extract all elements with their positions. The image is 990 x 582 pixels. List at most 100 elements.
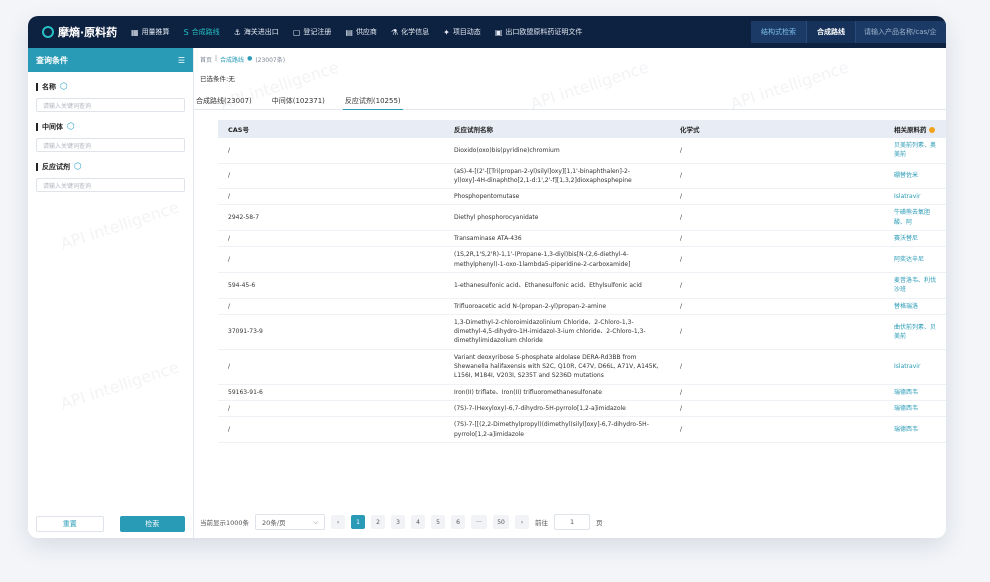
goto-page-input[interactable]: 1 bbox=[554, 514, 591, 530]
info-icon[interactable] bbox=[928, 127, 935, 133]
page-button[interactable]: 3 bbox=[391, 515, 406, 529]
intermediate-input[interactable]: 请输入关键词查询 bbox=[36, 138, 185, 152]
api-link[interactable]: 牛磺熊去氧胆酸、阿 bbox=[884, 204, 946, 232]
search-button[interactable]: 检索 bbox=[119, 516, 185, 532]
nav-links: ▦ 用量推算 S 合成路线 ⚓ 海关进出口 ▢ 登记注册 ▤ 供应商 ⚗ 化学信息 ✦ 项目动态 ▣ 出口欧盟… bbox=[124, 16, 589, 48]
name-cell: Dioxido(oxo)bis(pyridine)chromium bbox=[444, 138, 670, 164]
nav-link-0[interactable]: ▦ 用量推算 bbox=[124, 16, 177, 48]
breadcrumb-home[interactable]: 首页 bbox=[200, 55, 212, 64]
formula-cell: / bbox=[670, 314, 884, 350]
page-button[interactable]: 4 bbox=[411, 515, 426, 529]
nav-link-4[interactable]: ▤ 供应商 bbox=[338, 16, 384, 48]
next-page-button[interactable]: › bbox=[515, 515, 530, 529]
cas-cell: / bbox=[218, 188, 444, 206]
cas-cell: 37091-73-9 bbox=[218, 314, 444, 350]
nav-link-label: 海关进出口 bbox=[243, 28, 279, 36]
cas-cell: / bbox=[218, 298, 444, 315]
reagent-input[interactable]: 请输入关键词查询 bbox=[36, 178, 185, 192]
hexagon-icon: ⬡ bbox=[60, 82, 68, 92]
nav-link-1[interactable]: S 合成路线 bbox=[177, 16, 227, 48]
chevron-down-icon: ⌵ bbox=[313, 517, 319, 526]
nav-icon: ⚗ bbox=[390, 27, 399, 37]
table-row[interactable]: / Trifluoroacetic acid N-(propan-2-yl)pro… bbox=[218, 298, 946, 315]
name-cell: (aS)-4-[(2'-[[Tri(propan-2-yl)silyl]oxy]… bbox=[444, 163, 670, 190]
table-row[interactable]: / (aS)-4-[(2'-[[Tri(propan-2-yl)silyl]oxy… bbox=[218, 163, 946, 190]
tab-reagents[interactable]: 反应试剂(10255) bbox=[342, 92, 403, 110]
page-size-select[interactable]: 20条/页 ⌵ bbox=[255, 514, 326, 530]
global-search-input[interactable]: 请输入产品名称/cas/企 bbox=[856, 21, 946, 43]
table-row[interactable]: / (7S)-7-[[(2,2-Dimethylpropyl)(dimethyl)… bbox=[218, 416, 946, 443]
table-row[interactable]: 594-45-6 1-ethanesulfonic acid、Ethanesulf… bbox=[218, 272, 946, 299]
col-formula: 化学式 bbox=[670, 120, 884, 138]
formula-cell: / bbox=[670, 188, 884, 206]
page-button[interactable]: 2 bbox=[371, 515, 386, 529]
table-row[interactable]: / Variant deoxyribose 5-phosphate aldolas… bbox=[218, 349, 946, 385]
page-button[interactable]: 1 bbox=[351, 515, 366, 529]
app-window: 摩熵·原料药 ▦ 用量推算 S 合成路线 ⚓ 海关进出口 ▢ 登记注册 ▤ 供应商 ⚗ 化学信息 ✦ 项目… bbox=[28, 16, 946, 538]
reset-button[interactable]: 重置 bbox=[36, 516, 104, 532]
filter-sidebar: 查询条件 ☰ 名称 ⬡ 请输入关键词查询 中间体 ⬡ 请输入关键词查询 反应试剂 ⬡ … bbox=[28, 48, 194, 538]
cas-cell: 2942-58-7 bbox=[218, 204, 444, 232]
nav-link-7[interactable]: ▣ 出口欧盟原料药证明文件 bbox=[488, 16, 590, 48]
page-button[interactable]: 50 bbox=[493, 515, 510, 529]
api-link[interactable]: Islatravir bbox=[884, 188, 946, 206]
name-cell: Transaminase ATA-436 bbox=[444, 230, 670, 248]
nav-link-6[interactable]: ✦ 项目动态 bbox=[436, 16, 488, 48]
table-row[interactable]: 59163-91-6 Iron(II) triflate、Iron(II) tri… bbox=[218, 384, 946, 401]
api-link[interactable]: Islatravir bbox=[884, 349, 946, 385]
table-row[interactable]: / (7S)-7-(Hexyloxy)-6,7-dihydro-5H-pyrrol… bbox=[218, 400, 946, 418]
col-cas: CAS号 bbox=[218, 120, 444, 138]
table-row[interactable]: / Phosphopentomutase / Islatravir bbox=[218, 188, 946, 206]
formula-cell: / bbox=[670, 416, 884, 443]
api-link[interactable]: 瑞德西韦 bbox=[884, 384, 946, 401]
menu-icon[interactable]: ☰ bbox=[178, 56, 185, 65]
hexagon-icon: ⬡ bbox=[74, 162, 82, 172]
nav-link-label: 用量推算 bbox=[141, 28, 170, 36]
table-row[interactable]: / Dioxido(oxo)bis(pyridine)chromium / 贝美前列素… bbox=[218, 138, 946, 164]
api-link[interactable]: 赛沃替尼 bbox=[884, 230, 946, 248]
filter-intermediate: 中间体 ⬡ 请输入关键词查询 bbox=[28, 122, 193, 152]
page-button[interactable]: 6 bbox=[451, 515, 466, 529]
help-icon[interactable]: ● bbox=[247, 55, 252, 64]
tab-intermediates[interactable]: 中间体(102371) bbox=[270, 92, 327, 110]
nav-link-3[interactable]: ▢ 登记注册 bbox=[286, 16, 339, 48]
brand-name: 摩熵·原料药 bbox=[58, 26, 118, 39]
name-input[interactable]: 请输入关键词查询 bbox=[36, 98, 185, 112]
page-button[interactable]: ··· bbox=[471, 515, 488, 529]
filter-label-intermediate: 中间体 bbox=[42, 123, 63, 131]
api-link[interactable]: 瑞德西韦 bbox=[884, 416, 946, 443]
structure-search-button[interactable]: 结构式检索 bbox=[751, 21, 807, 43]
api-link[interactable]: 替格瑞洛 bbox=[884, 298, 946, 315]
cas-cell: / bbox=[218, 230, 444, 248]
tab-routes[interactable]: 合成路线(23007) bbox=[194, 92, 254, 110]
table-row[interactable]: / (1S,2R,1'S,2'R)-1,1'-(Propane-1,3-diyl)… bbox=[218, 246, 946, 273]
col-name: 反应试剂名称 bbox=[444, 120, 670, 138]
api-link[interactable]: 麦昔洛韦、利伐沙班 bbox=[884, 272, 946, 299]
brand-logo[interactable]: 摩熵·原料药 bbox=[28, 24, 124, 40]
col-api: 相关原料药 bbox=[884, 120, 946, 138]
table-row[interactable]: 37091-73-9 1,3-Dimethyl-2-chloroimidazoli… bbox=[218, 314, 946, 350]
page-button[interactable]: 5 bbox=[431, 515, 446, 529]
nav-icon: ▦ bbox=[131, 27, 139, 37]
name-cell: Variant deoxyribose 5-phosphate aldolase… bbox=[444, 349, 670, 385]
table-row[interactable]: / Transaminase ATA-436/赛沃替尼 bbox=[218, 230, 946, 248]
api-link[interactable]: 曲伏前列素、贝美前 bbox=[884, 314, 946, 350]
api-link[interactable]: 阿奕达辛尼 bbox=[884, 246, 946, 273]
formula-cell: / bbox=[670, 298, 884, 315]
api-link[interactable]: 贝美前列素、奥美前 bbox=[884, 138, 946, 164]
api-link[interactable]: 瑞德西韦 bbox=[884, 400, 946, 418]
cas-cell: 594-45-6 bbox=[218, 272, 444, 299]
nav-link-2[interactable]: ⚓ 海关进出口 bbox=[227, 16, 286, 48]
pagination: 当前显示1000条 20条/页 ⌵ ‹ 1 2 3 4 5 6 ··· 50 › 前往 1 页 bbox=[200, 514, 603, 530]
nav-link-5[interactable]: ⚗ 化学信息 bbox=[384, 16, 436, 48]
nav-link-label: 出口欧盟原料药证明文件 bbox=[505, 28, 583, 36]
cas-cell: / bbox=[218, 400, 444, 418]
prev-page-button[interactable]: ‹ bbox=[331, 515, 346, 529]
table-row[interactable]: 2942-58-7 Diethyl phosphorocyanidate / 牛磺熊去… bbox=[218, 204, 946, 232]
cas-cell: 59163-91-6 bbox=[218, 384, 444, 401]
api-link[interactable]: 硼替佐米 bbox=[884, 163, 946, 190]
name-cell: Trifluoroacetic acid N-(propan-2-yl)prop… bbox=[444, 298, 670, 315]
nav-icon: ✦ bbox=[443, 27, 450, 37]
cas-cell: / bbox=[218, 349, 444, 385]
route-search-button[interactable]: 合成路线 bbox=[807, 21, 856, 43]
